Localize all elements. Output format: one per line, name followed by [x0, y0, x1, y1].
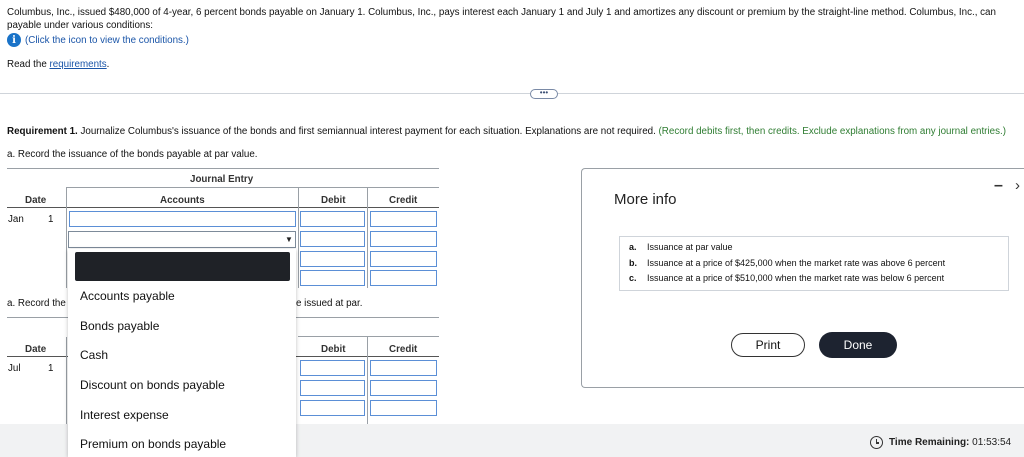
credit-input-row2[interactable] [370, 231, 437, 247]
journal2-col-divider-date [66, 337, 67, 424]
conditions-info-row[interactable]: i (Click the icon to view the conditions… [7, 33, 189, 47]
expand-pill-button[interactable]: ••• [530, 89, 558, 99]
info-icon[interactable]: i [7, 33, 21, 47]
sub-requirement-a: a. Record the issuance of the bonds paya… [7, 149, 258, 160]
read-prefix: Read the [7, 59, 50, 70]
modal-title: More info [614, 191, 677, 208]
minimize-button[interactable]: – [994, 177, 1003, 195]
requirement-1-text: Requirement 1. Journalize Columbus's iss… [7, 126, 1024, 137]
col-divider-debit [367, 188, 368, 288]
entry1-day: 1 [48, 214, 54, 225]
debit-input-row4[interactable] [300, 270, 365, 286]
problem-line-1: Columbus, Inc., issued $480,000 of 4-yea… [7, 7, 996, 18]
requirements-link[interactable]: requirements [49, 59, 106, 70]
account-input-row1[interactable] [69, 211, 296, 227]
journal-top-border [7, 168, 439, 169]
timer-value: 01:53:54 [972, 437, 1012, 448]
journal2-debit-row1[interactable] [300, 360, 365, 376]
journal2-debit-header: Debit [321, 344, 346, 355]
journal2-credit-header: Credit [389, 344, 418, 355]
condition-item: b. Issuance at a price of $425,000 when t… [629, 258, 946, 268]
accounts-header: Accounts [160, 195, 205, 206]
journal2-col-divider-debit [367, 337, 368, 424]
account-select-row2[interactable] [68, 231, 296, 248]
debit-header: Debit [321, 195, 346, 206]
close-chevron-icon[interactable]: › [1015, 177, 1020, 194]
problem-statement: Columbus, Inc., issued $480,000 of 4-yea… [7, 6, 1024, 32]
clock-icon [870, 436, 883, 449]
read-suffix: . [106, 59, 110, 70]
read-requirements-row: Read the requirements. [7, 59, 109, 70]
credit-input-row4[interactable] [370, 270, 437, 286]
col-divider-date [66, 188, 67, 288]
condition-item: c. Issuance at a price of $510,000 when t… [629, 273, 945, 283]
col-divider-accounts [298, 188, 299, 288]
entry1-month: Jan [8, 214, 24, 225]
section-divider [0, 93, 1024, 94]
conditions-link[interactable]: (Click the icon to view the conditions.) [25, 35, 189, 46]
dropdown-option[interactable]: Interest expense [80, 408, 169, 422]
dropdown-option[interactable]: Bonds payable [80, 319, 159, 333]
journal2-credit-row2[interactable] [370, 380, 437, 396]
credit-input-row1[interactable] [370, 211, 437, 227]
credit-header: Credit [389, 195, 418, 206]
requirement-hint: (Record debits first, then credits. Excl… [658, 126, 1006, 137]
sub-requirement-a-repeat: a. Record the [7, 298, 66, 309]
requirement-label: Requirement 1. [7, 126, 78, 137]
dropdown-arrow-icon[interactable]: ▼ [285, 235, 293, 244]
journal2-date-header: Date [25, 344, 47, 355]
journal2-credit-row3[interactable] [370, 400, 437, 416]
entry2-day: 1 [48, 363, 54, 374]
credit-input-row3[interactable] [370, 251, 437, 267]
dropdown-option[interactable]: Discount on bonds payable [80, 378, 225, 392]
time-remaining: Time Remaining: 01:53:54 [870, 436, 1011, 449]
debit-input-row1[interactable] [300, 211, 365, 227]
journal2-debit-row2[interactable] [300, 380, 365, 396]
requirement-body: Journalize Columbus's issuance of the bo… [77, 126, 659, 137]
journal2-debit-row3[interactable] [300, 400, 365, 416]
dropdown-option[interactable]: Cash [80, 348, 108, 362]
journal-title: Journal Entry [190, 174, 254, 185]
debit-input-row2[interactable] [300, 231, 365, 247]
timer-label: Time Remaining: [889, 437, 970, 448]
debit-input-row3[interactable] [300, 251, 365, 267]
sub-requirement-a-repeat-end: e issued at par. [296, 298, 363, 309]
journal-title-underline [66, 187, 439, 188]
dropdown-highlighted-option[interactable] [75, 252, 290, 281]
problem-line-2: payable under various conditions: [7, 20, 153, 31]
journal2-title-underline [298, 336, 439, 337]
journal2-credit-row1[interactable] [370, 360, 437, 376]
condition-item: a. Issuance at par value [629, 242, 733, 252]
dropdown-option[interactable]: Premium on bonds payable [80, 437, 226, 451]
done-button[interactable]: Done [819, 332, 897, 358]
dropdown-option[interactable]: Accounts payable [80, 289, 175, 303]
entry2-month: Jul [8, 363, 21, 374]
print-button[interactable]: Print [731, 333, 805, 357]
header-bottom-border [7, 207, 439, 208]
date-header: Date [25, 195, 47, 206]
